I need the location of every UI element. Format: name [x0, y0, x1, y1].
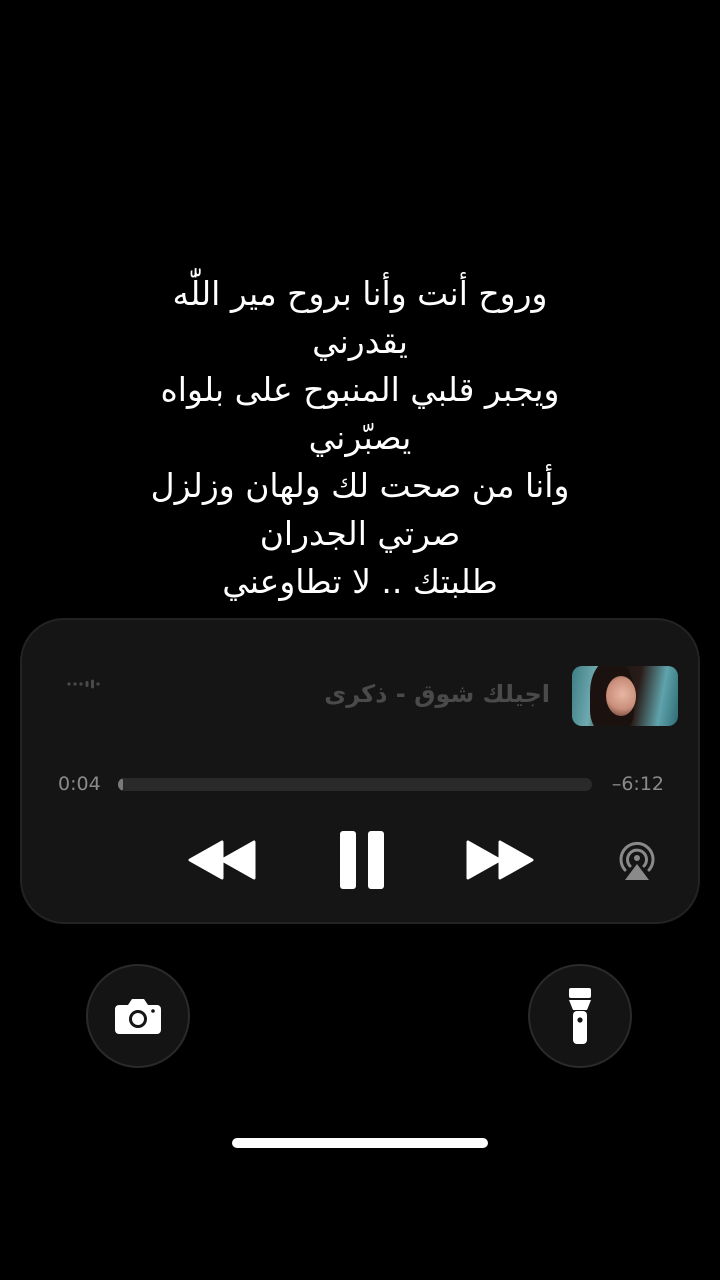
- playback-progress-bar[interactable]: [118, 778, 592, 791]
- flashlight-button[interactable]: [528, 964, 632, 1068]
- airplay-icon: [619, 841, 655, 880]
- airplay-button[interactable]: [616, 840, 658, 882]
- now-playing-widget[interactable]: اجيلك شوق - ذكرى 0:04 –6:12: [20, 618, 700, 924]
- lyric-line: يصبّرني: [308, 418, 412, 457]
- artwork-face: [606, 676, 636, 716]
- lyric-line: ويجبر قلبي المنبوح على بلواه: [160, 370, 560, 409]
- pause-icon: [340, 831, 384, 889]
- progress-fill: [118, 778, 124, 791]
- lyric-line: وروح أنت وأنا بروح مير اللّٰه: [172, 274, 548, 313]
- home-indicator[interactable]: [232, 1138, 488, 1148]
- rewind-icon: [188, 840, 256, 880]
- audio-output-indicator-icon[interactable]: [66, 678, 106, 690]
- fast-forward-button[interactable]: [466, 832, 534, 888]
- flashlight-icon: [569, 988, 591, 1044]
- fast-forward-icon: [466, 840, 534, 880]
- lyric-line: صرتي الجدران: [259, 514, 461, 553]
- time-elapsed: 0:04: [58, 773, 101, 795]
- pause-button[interactable]: [334, 826, 390, 894]
- camera-icon: [115, 999, 161, 1034]
- lyrics-overlay: وروح أنت وأنا بروح مير اللّٰه يقدرني ويج…: [0, 270, 720, 606]
- rewind-button[interactable]: [188, 832, 256, 888]
- lyric-line: يقدرني: [312, 322, 408, 361]
- camera-button[interactable]: [86, 964, 190, 1068]
- song-title[interactable]: اجيلك شوق - ذكرى: [324, 680, 550, 708]
- lyric-line: طلبتك .. لا تطاوعني: [222, 562, 498, 601]
- lyric-line: وأنا من صحت لك ولهان وزلزل: [150, 466, 570, 505]
- album-artwork[interactable]: [572, 666, 678, 726]
- time-remaining: –6:12: [611, 773, 664, 795]
